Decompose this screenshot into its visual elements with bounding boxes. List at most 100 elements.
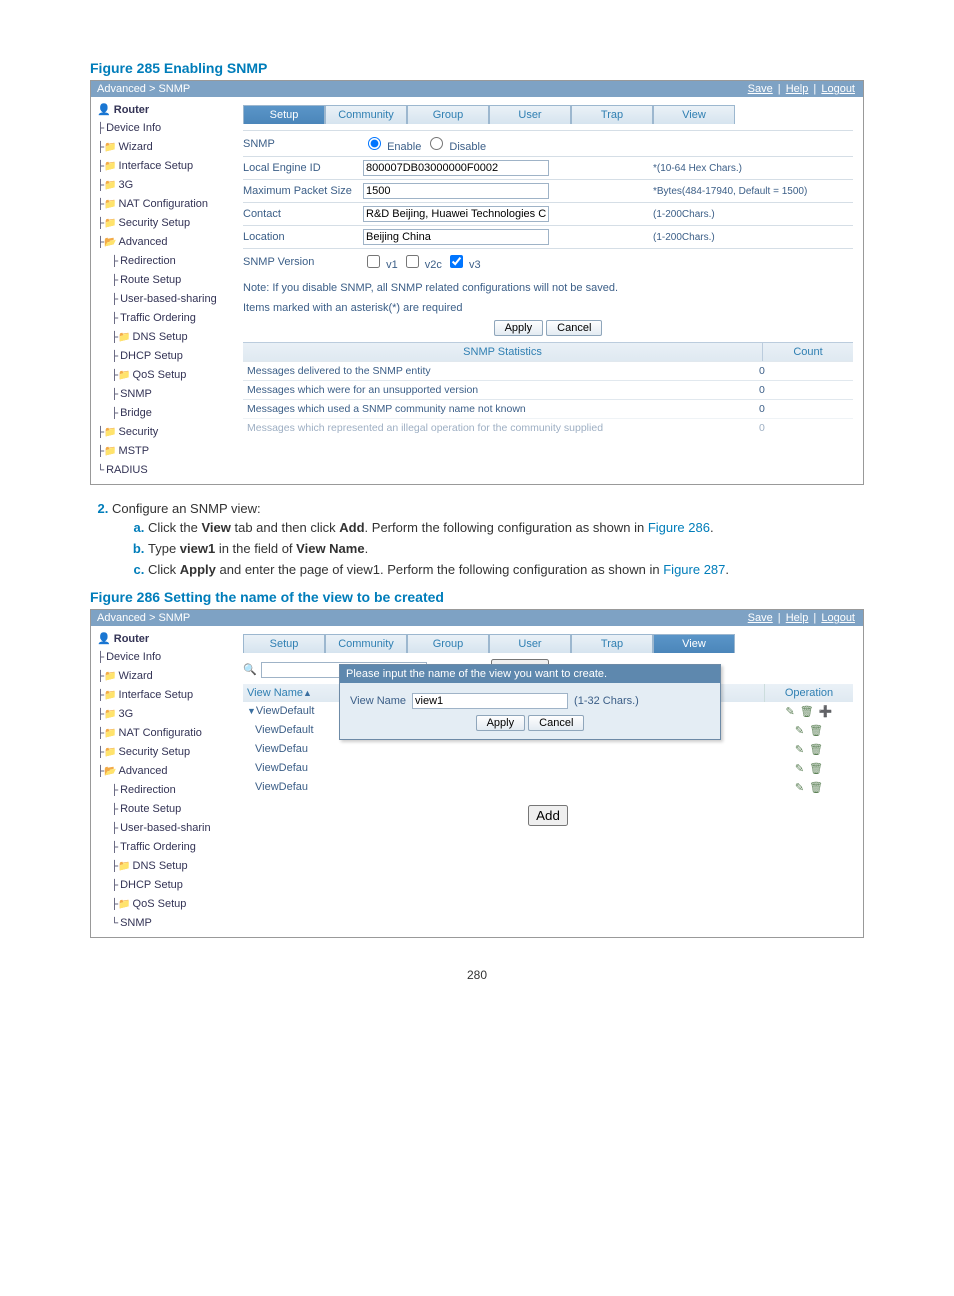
edit-icon[interactable]: ✎ xyxy=(795,782,804,794)
nav-advanced[interactable]: ├📂Advanced xyxy=(97,762,237,781)
tab-user[interactable]: User xyxy=(489,634,571,653)
nav-root[interactable]: 👤 Router xyxy=(97,630,237,648)
nav-interface-setup[interactable]: ├📁Interface Setup xyxy=(97,686,237,705)
figure-286-link[interactable]: Figure 286 xyxy=(648,520,710,535)
v2c-checkbox[interactable]: v2c xyxy=(402,252,442,271)
nav-redirection[interactable]: ├Redirection xyxy=(97,781,237,800)
snmp-label: SNMP xyxy=(243,138,363,150)
nav-route-setup[interactable]: ├Route Setup xyxy=(97,800,237,819)
step-2b: Type view1 in the field of View Name. xyxy=(148,541,864,556)
tab-community[interactable]: Community xyxy=(325,105,407,124)
edit-icon[interactable]: ✎ xyxy=(785,706,794,718)
nav-mstp[interactable]: ├📁MSTP xyxy=(97,442,237,461)
nav-dns-setup[interactable]: ├📁DNS Setup xyxy=(97,857,237,876)
nav-traffic-ordering[interactable]: ├Traffic Ordering xyxy=(97,838,237,857)
nav-security-setup[interactable]: ├📁Security Setup xyxy=(97,743,237,762)
logout-link[interactable]: Logout xyxy=(821,612,855,624)
save-link[interactable]: Save xyxy=(748,612,773,624)
engine-label: Local Engine ID xyxy=(243,162,363,174)
delete-icon[interactable]: 🗑 xyxy=(800,706,814,718)
contact-label: Contact xyxy=(243,208,363,220)
v1-checkbox[interactable]: v1 xyxy=(363,252,398,271)
nav-qos-setup[interactable]: ├📁QoS Setup xyxy=(97,895,237,914)
nav-dns-setup[interactable]: ├📁DNS Setup xyxy=(97,328,237,347)
top-links: Save | Help | Logout xyxy=(746,612,857,624)
tab-view[interactable]: View xyxy=(653,634,735,653)
nav-device-info[interactable]: ├Device Info xyxy=(97,119,237,138)
nav-snmp[interactable]: └SNMP xyxy=(97,914,237,933)
save-link[interactable]: Save xyxy=(748,83,773,95)
edit-icon[interactable]: ✎ xyxy=(795,725,804,737)
nav-snmp[interactable]: ├SNMP xyxy=(97,385,237,404)
nav-bridge[interactable]: ├Bridge xyxy=(97,404,237,423)
tab-group[interactable]: Group xyxy=(407,634,489,653)
pktsize-label: Maximum Packet Size xyxy=(243,185,363,197)
nav-radius[interactable]: └RADIUS xyxy=(97,461,237,480)
delete-icon[interactable]: 🗑 xyxy=(809,744,823,756)
search-icon: 🔍 xyxy=(243,663,257,676)
help-link[interactable]: Help xyxy=(786,83,809,95)
tab-community[interactable]: Community xyxy=(325,634,407,653)
delete-icon[interactable]: 🗑 xyxy=(809,763,823,775)
stats-header: SNMP Statistics Count xyxy=(243,342,853,361)
modal-cancel-button[interactable]: Cancel xyxy=(528,715,584,731)
nav-wizard[interactable]: ├📁Wizard xyxy=(97,667,237,686)
contact-input[interactable] xyxy=(363,206,549,222)
nav-wizard[interactable]: ├📁Wizard xyxy=(97,138,237,157)
apply-button[interactable]: Apply xyxy=(494,320,544,336)
help-link[interactable]: Help xyxy=(786,612,809,624)
cancel-button[interactable]: Cancel xyxy=(546,320,602,336)
nav-advanced[interactable]: ├📂Advanced xyxy=(97,233,237,252)
nav-device-info[interactable]: ├Device Info xyxy=(97,648,237,667)
breadcrumb: Advanced > SNMP xyxy=(97,612,190,624)
nav-3g[interactable]: ├📁3G xyxy=(97,705,237,724)
location-input[interactable] xyxy=(363,229,549,245)
nav-dhcp-setup[interactable]: ├DHCP Setup xyxy=(97,876,237,895)
nav-route-setup[interactable]: ├Route Setup xyxy=(97,271,237,290)
logout-link[interactable]: Logout xyxy=(821,83,855,95)
nav-qos-setup[interactable]: ├📁QoS Setup xyxy=(97,366,237,385)
edit-icon[interactable]: ✎ xyxy=(795,763,804,775)
nav-traffic-ordering[interactable]: ├Traffic Ordering xyxy=(97,309,237,328)
nav-security[interactable]: ├📁Security xyxy=(97,423,237,442)
delete-icon[interactable]: 🗑 xyxy=(809,782,823,794)
stat-row: Messages which represented an illegal op… xyxy=(243,418,853,437)
nav-security-setup[interactable]: ├📁Security Setup xyxy=(97,214,237,233)
tab-setup[interactable]: Setup xyxy=(243,634,325,653)
breadcrumb: Advanced > SNMP xyxy=(97,83,190,95)
snmp-disable-radio[interactable]: Disable xyxy=(425,134,486,153)
nav-ubs[interactable]: ├User-based-sharing xyxy=(97,290,237,309)
pktsize-input[interactable] xyxy=(363,183,549,199)
nav-dhcp-setup[interactable]: ├DHCP Setup xyxy=(97,347,237,366)
expand-icon[interactable]: ▼ xyxy=(247,706,256,716)
edit-icon[interactable]: ✎ xyxy=(795,744,804,756)
nav-interface-setup[interactable]: ├📁Interface Setup xyxy=(97,157,237,176)
sort-icon[interactable]: ▲ xyxy=(303,688,312,698)
tab-trap[interactable]: Trap xyxy=(571,105,653,124)
figure-286-screenshot: Advanced > SNMP Save | Help | Logout 👤 R… xyxy=(90,609,864,938)
add-sub-icon[interactable]: ➕ xyxy=(819,706,833,718)
tab-view[interactable]: View xyxy=(653,105,735,124)
figure-287-link[interactable]: Figure 287 xyxy=(663,562,725,577)
modal-viewname-input[interactable] xyxy=(412,693,568,709)
snmp-enable-radio[interactable]: Enable xyxy=(363,134,421,153)
nav-nat-config[interactable]: ├📁NAT Configuration xyxy=(97,195,237,214)
add-button[interactable]: Add xyxy=(528,805,568,826)
v3-checkbox[interactable]: v3 xyxy=(446,252,481,271)
tab-trap[interactable]: Trap xyxy=(571,634,653,653)
tab-setup[interactable]: Setup xyxy=(243,105,325,124)
table-row: ViewDefau ✎ 🗑 xyxy=(243,759,853,778)
modal-hint: (1-32 Chars.) xyxy=(574,695,639,707)
modal-apply-button[interactable]: Apply xyxy=(476,715,526,731)
tab-user[interactable]: User xyxy=(489,105,571,124)
nav-root[interactable]: 👤 Router xyxy=(97,101,237,119)
engine-id-input[interactable] xyxy=(363,160,549,176)
nav-ubs[interactable]: ├User-based-sharin xyxy=(97,819,237,838)
delete-icon[interactable]: 🗑 xyxy=(809,725,823,737)
tabs: Setup Community Group User Trap View xyxy=(243,105,853,124)
top-links: Save | Help | Logout xyxy=(746,83,857,95)
tab-group[interactable]: Group xyxy=(407,105,489,124)
nav-redirection[interactable]: ├Redirection xyxy=(97,252,237,271)
nav-nat-config[interactable]: ├📁NAT Configuratio xyxy=(97,724,237,743)
nav-3g[interactable]: ├📁3G xyxy=(97,176,237,195)
